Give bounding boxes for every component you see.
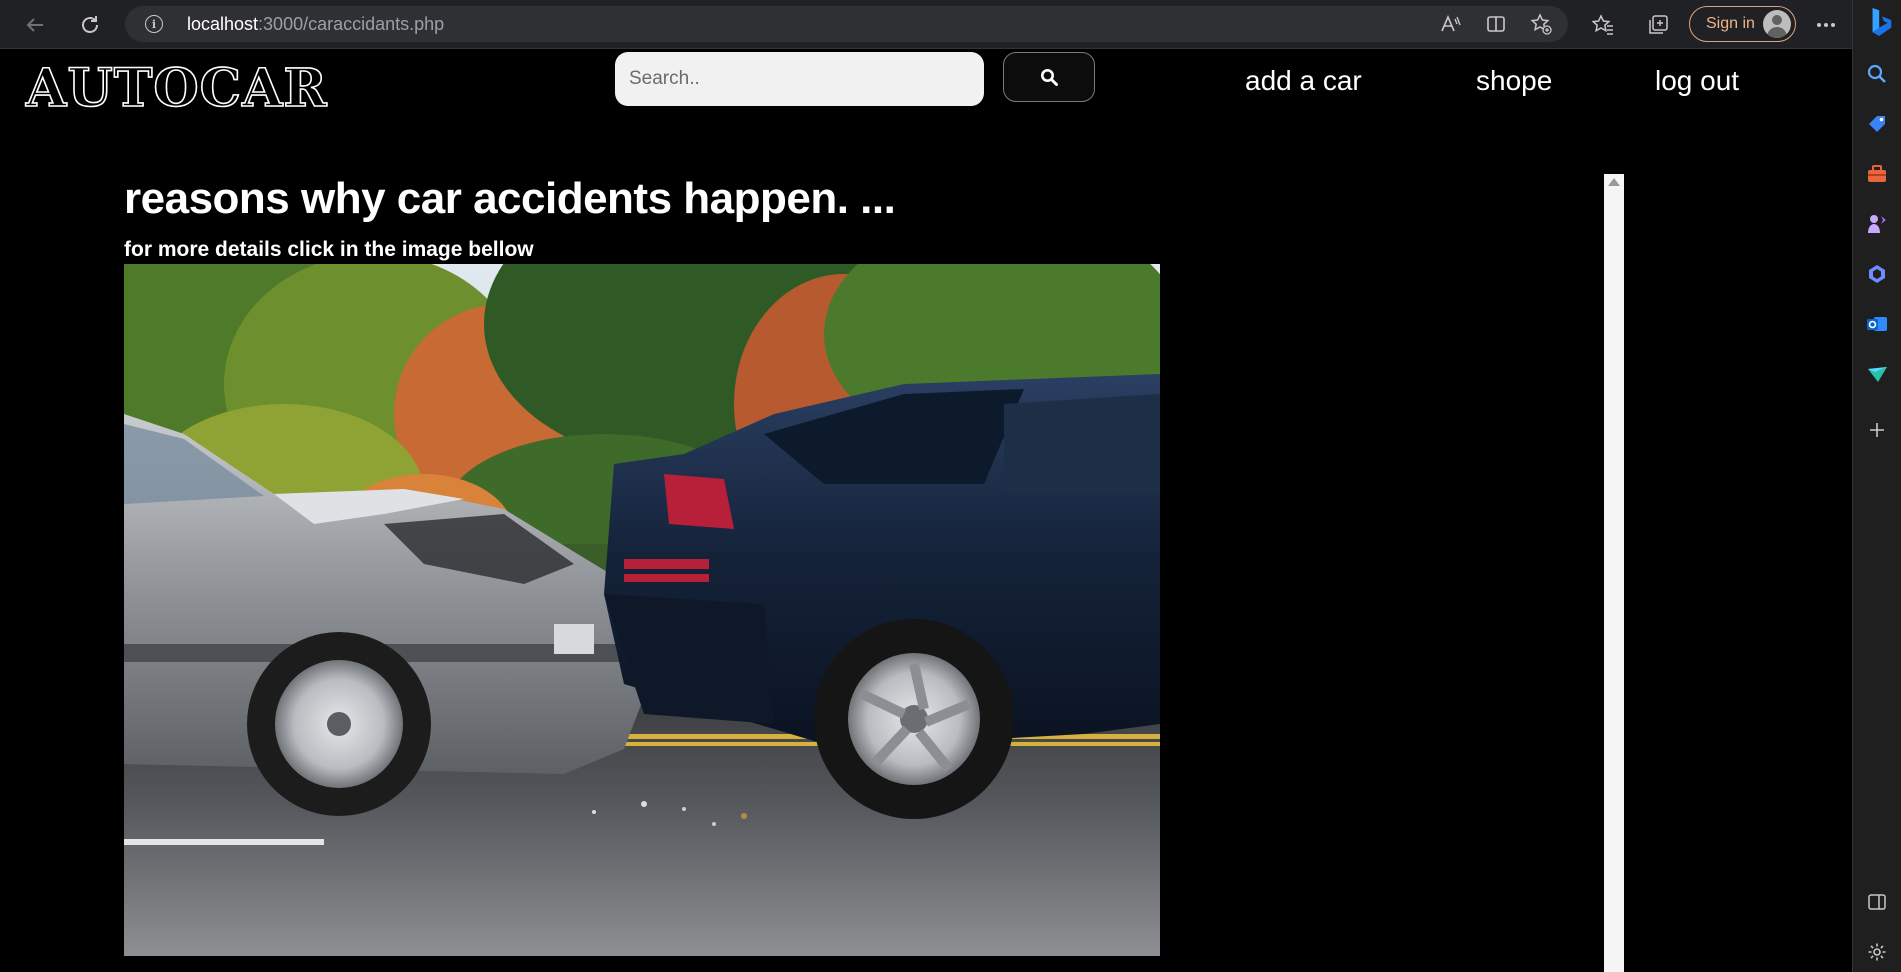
search-icon <box>1040 68 1058 86</box>
page-title: reasons why car accidents happen. ... <box>124 174 896 223</box>
scrollbar[interactable] <box>1604 174 1624 972</box>
nav-link-add-a-car[interactable]: add a car <box>1245 65 1362 97</box>
search-icon[interactable] <box>1863 60 1891 88</box>
sign-in-button[interactable]: Sign in <box>1689 6 1796 42</box>
tools-icon[interactable] <box>1863 160 1891 188</box>
settings-gear-icon[interactable] <box>1863 938 1891 966</box>
add-favorite-icon[interactable] <box>1527 10 1555 38</box>
copilot-icon[interactable] <box>1863 260 1891 288</box>
browser-sidebar <box>1852 0 1901 972</box>
url-text[interactable]: localhost:3000/caraccidants.php <box>187 14 444 35</box>
split-screen-icon[interactable] <box>1482 10 1510 38</box>
reload-icon[interactable] <box>75 10 105 40</box>
avatar <box>1763 10 1791 38</box>
favorites-icon[interactable] <box>1589 11 1617 39</box>
browser-toolbar: i localhost:3000/caraccidants.php Sign i… <box>0 0 1901 49</box>
games-icon[interactable] <box>1863 210 1891 238</box>
nav-link-shope[interactable]: shope <box>1476 65 1552 97</box>
scroll-up-icon[interactable] <box>1608 178 1620 186</box>
sidebar-toggle-icon[interactable] <box>1863 888 1891 916</box>
more-icon[interactable] <box>1812 11 1840 39</box>
add-icon[interactable] <box>1863 416 1891 444</box>
car-accident-image[interactable] <box>124 264 1160 956</box>
search-input[interactable] <box>615 52 984 106</box>
page-viewport: AUTOCAR add a car shope log out reasons … <box>0 50 1852 972</box>
collections-icon[interactable] <box>1644 11 1672 39</box>
nav-link-log-out[interactable]: log out <box>1655 65 1739 97</box>
outlook-icon[interactable] <box>1863 310 1891 338</box>
page-subtitle: for more details click in the image bell… <box>124 238 534 261</box>
search-button[interactable] <box>1003 52 1095 102</box>
back-arrow-icon[interactable] <box>20 10 50 40</box>
drop-icon[interactable] <box>1863 360 1891 388</box>
read-aloud-icon[interactable] <box>1437 10 1465 38</box>
address-bar[interactable]: i localhost:3000/caraccidants.php <box>125 6 1568 42</box>
main-content: reasons why car accidents happen. ... fo… <box>0 174 1624 972</box>
site-logo[interactable]: AUTOCAR <box>25 57 328 120</box>
shopping-tag-icon[interactable] <box>1863 110 1891 138</box>
info-icon[interactable]: i <box>145 15 163 33</box>
bing-chat-icon[interactable] <box>1867 8 1895 36</box>
